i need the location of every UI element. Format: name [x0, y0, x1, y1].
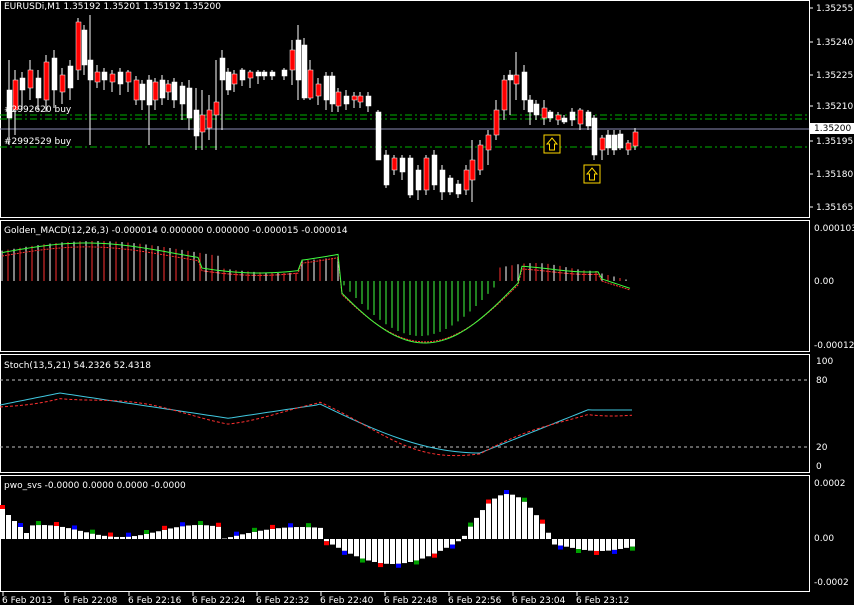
time-label: 6 Feb 22:24 [192, 596, 246, 605]
price-tick-label: 1.35210 [816, 102, 853, 112]
time-label: 6 Feb 22:40 [320, 596, 374, 605]
up-arrow-icon[interactable] [583, 164, 601, 184]
svg-text:-0.0002: -0.0002 [814, 578, 849, 588]
macd-histogram [1, 241, 627, 336]
time-label: 6 Feb 23:12 [576, 596, 629, 605]
svg-text:0.000103: 0.000103 [814, 224, 854, 234]
time-label: 6 Feb 22:32 [256, 596, 309, 605]
chart-canvas[interactable]: #2992620 buy #2992529 buy 1.35255 1.35240… [0, 0, 854, 605]
pwo-histogram [0, 490, 635, 568]
pane-borders [0, 0, 810, 592]
macd-axis: 0.000103 0.00 -0.00012 [814, 224, 854, 351]
time-label: 6 Feb 22:16 [128, 596, 182, 605]
time-axis: 6 Feb 2013 6 Feb 22:08 6 Feb 22:16 6 Feb 22… [2, 592, 629, 605]
price-axis: 1.35255 1.35240 1.35225 1.35210 1.35195 1.351… [809, 4, 853, 213]
svg-text:100: 100 [816, 357, 833, 367]
macd-signal-line [1, 246, 631, 343]
stoch-signal-line [0, 398, 633, 457]
svg-text:80: 80 [816, 376, 828, 386]
time-label: 6 Feb 23:04 [512, 596, 566, 605]
stoch-axis: 100 80 20 0 [816, 357, 833, 472]
svg-text:20: 20 [816, 443, 828, 453]
svg-text:0: 0 [816, 462, 822, 472]
svg-text:0.00: 0.00 [814, 534, 834, 544]
candlesticks [6, 15, 639, 202]
svg-text:0.00: 0.00 [814, 277, 834, 287]
price-tick-label: 1.35225 [816, 71, 853, 81]
svg-text:-0.00012: -0.00012 [814, 341, 854, 351]
pwo-title: pwo_svs -0.0000 0.0000 0.0000 -0.0000 [4, 481, 186, 491]
time-label: 6 Feb 22:08 [64, 596, 118, 605]
order-label-1: #2992620 buy [4, 105, 72, 115]
up-arrow-icon[interactable] [543, 134, 561, 154]
time-label: 6 Feb 2013 [2, 596, 52, 605]
stoch-title: Stoch(13,5,21) 54.2326 52.4318 [4, 361, 151, 371]
price-tick-label: 1.35195 [816, 137, 853, 147]
macd-main-line [1, 242, 631, 344]
stoch-main-line [0, 392, 632, 454]
macd-title: Golden_MACD(12,26,3) -0.000014 0.000000 … [4, 226, 348, 236]
main-title: EURUSDi,M1 1.35192 1.35201 1.35192 1.352… [4, 2, 221, 12]
current-price: 1.35200 [814, 124, 851, 134]
time-label: 6 Feb 22:48 [384, 596, 438, 605]
time-label: 6 Feb 22:56 [448, 596, 502, 605]
order-label-2: #2992529 buy [4, 137, 72, 147]
svg-text:0.0002: 0.0002 [814, 479, 846, 489]
price-tick-label: 1.35240 [816, 38, 853, 48]
price-tick-label: 1.35180 [816, 170, 853, 180]
pwo-axis: 0.0002 0.00 -0.0002 [814, 479, 849, 588]
price-tick-label: 1.35255 [816, 4, 853, 14]
price-tick-label: 1.35165 [816, 203, 853, 213]
